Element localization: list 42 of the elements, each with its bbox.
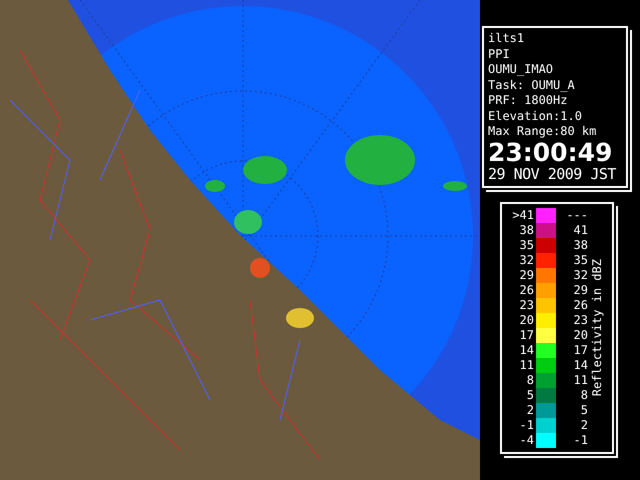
legend-low-value: 14 bbox=[518, 343, 535, 357]
legend-low-value: -1 bbox=[518, 418, 535, 432]
legend-low-value: 5 bbox=[526, 388, 535, 402]
info-line: ilts1 bbox=[488, 31, 526, 46]
info-line: Max Range:80 km bbox=[488, 124, 598, 140]
legend-low-value: 38 bbox=[518, 223, 535, 237]
legend-low-value: 20 bbox=[518, 313, 535, 327]
info-line: PPI bbox=[488, 46, 511, 62]
info-line: PRF: 1800Hz bbox=[488, 93, 568, 108]
legend-high-value: 41 bbox=[572, 223, 588, 237]
legend-high-value: -1 bbox=[572, 433, 588, 447]
legend-high-value: 23 bbox=[572, 313, 588, 327]
legend-high-value: 26 bbox=[572, 298, 588, 312]
legend-high-value: 38 bbox=[572, 238, 588, 252]
legend-title: Reflectivity in dBZ bbox=[590, 258, 604, 396]
legend-low-value: 32 bbox=[518, 253, 535, 267]
legend-low-value: 29 bbox=[518, 268, 535, 282]
legend-high-value: 35 bbox=[572, 253, 588, 267]
legend-low-value: 23 bbox=[518, 298, 535, 312]
info-line: Task: OUMU_A bbox=[488, 78, 576, 93]
legend-high-value: 29 bbox=[572, 283, 588, 297]
legend-high-value: 14 bbox=[572, 358, 588, 372]
legend-high-value: 5 bbox=[580, 403, 588, 417]
legend-high-value: --- bbox=[565, 208, 588, 222]
legend-high-value: 32 bbox=[572, 268, 588, 282]
legend-low-value: 26 bbox=[518, 283, 535, 297]
legend-high-value: 2 bbox=[580, 418, 588, 432]
legend-high-value: 11 bbox=[572, 373, 588, 387]
legend-low-value: >41 bbox=[511, 208, 535, 222]
legend-low-value: 35 bbox=[518, 238, 535, 252]
legend-high-value: 8 bbox=[580, 388, 588, 402]
legend-low-value: -4 bbox=[518, 433, 535, 447]
legend-high-value: 17 bbox=[572, 343, 588, 357]
legend-low-value: 2 bbox=[526, 403, 535, 417]
info-line: Elevation:1.0 bbox=[488, 108, 583, 124]
time-readout: 23:00:49 bbox=[488, 140, 614, 164]
legend-low-value: 8 bbox=[526, 373, 535, 387]
legend-high-value: 20 bbox=[572, 328, 588, 342]
info-line: OUMU_IMAO bbox=[488, 62, 554, 78]
legend-low-value: 11 bbox=[518, 358, 535, 372]
legend-low-value: 17 bbox=[518, 328, 535, 342]
date-readout: 29 NOV 2009 JST bbox=[488, 164, 616, 182]
